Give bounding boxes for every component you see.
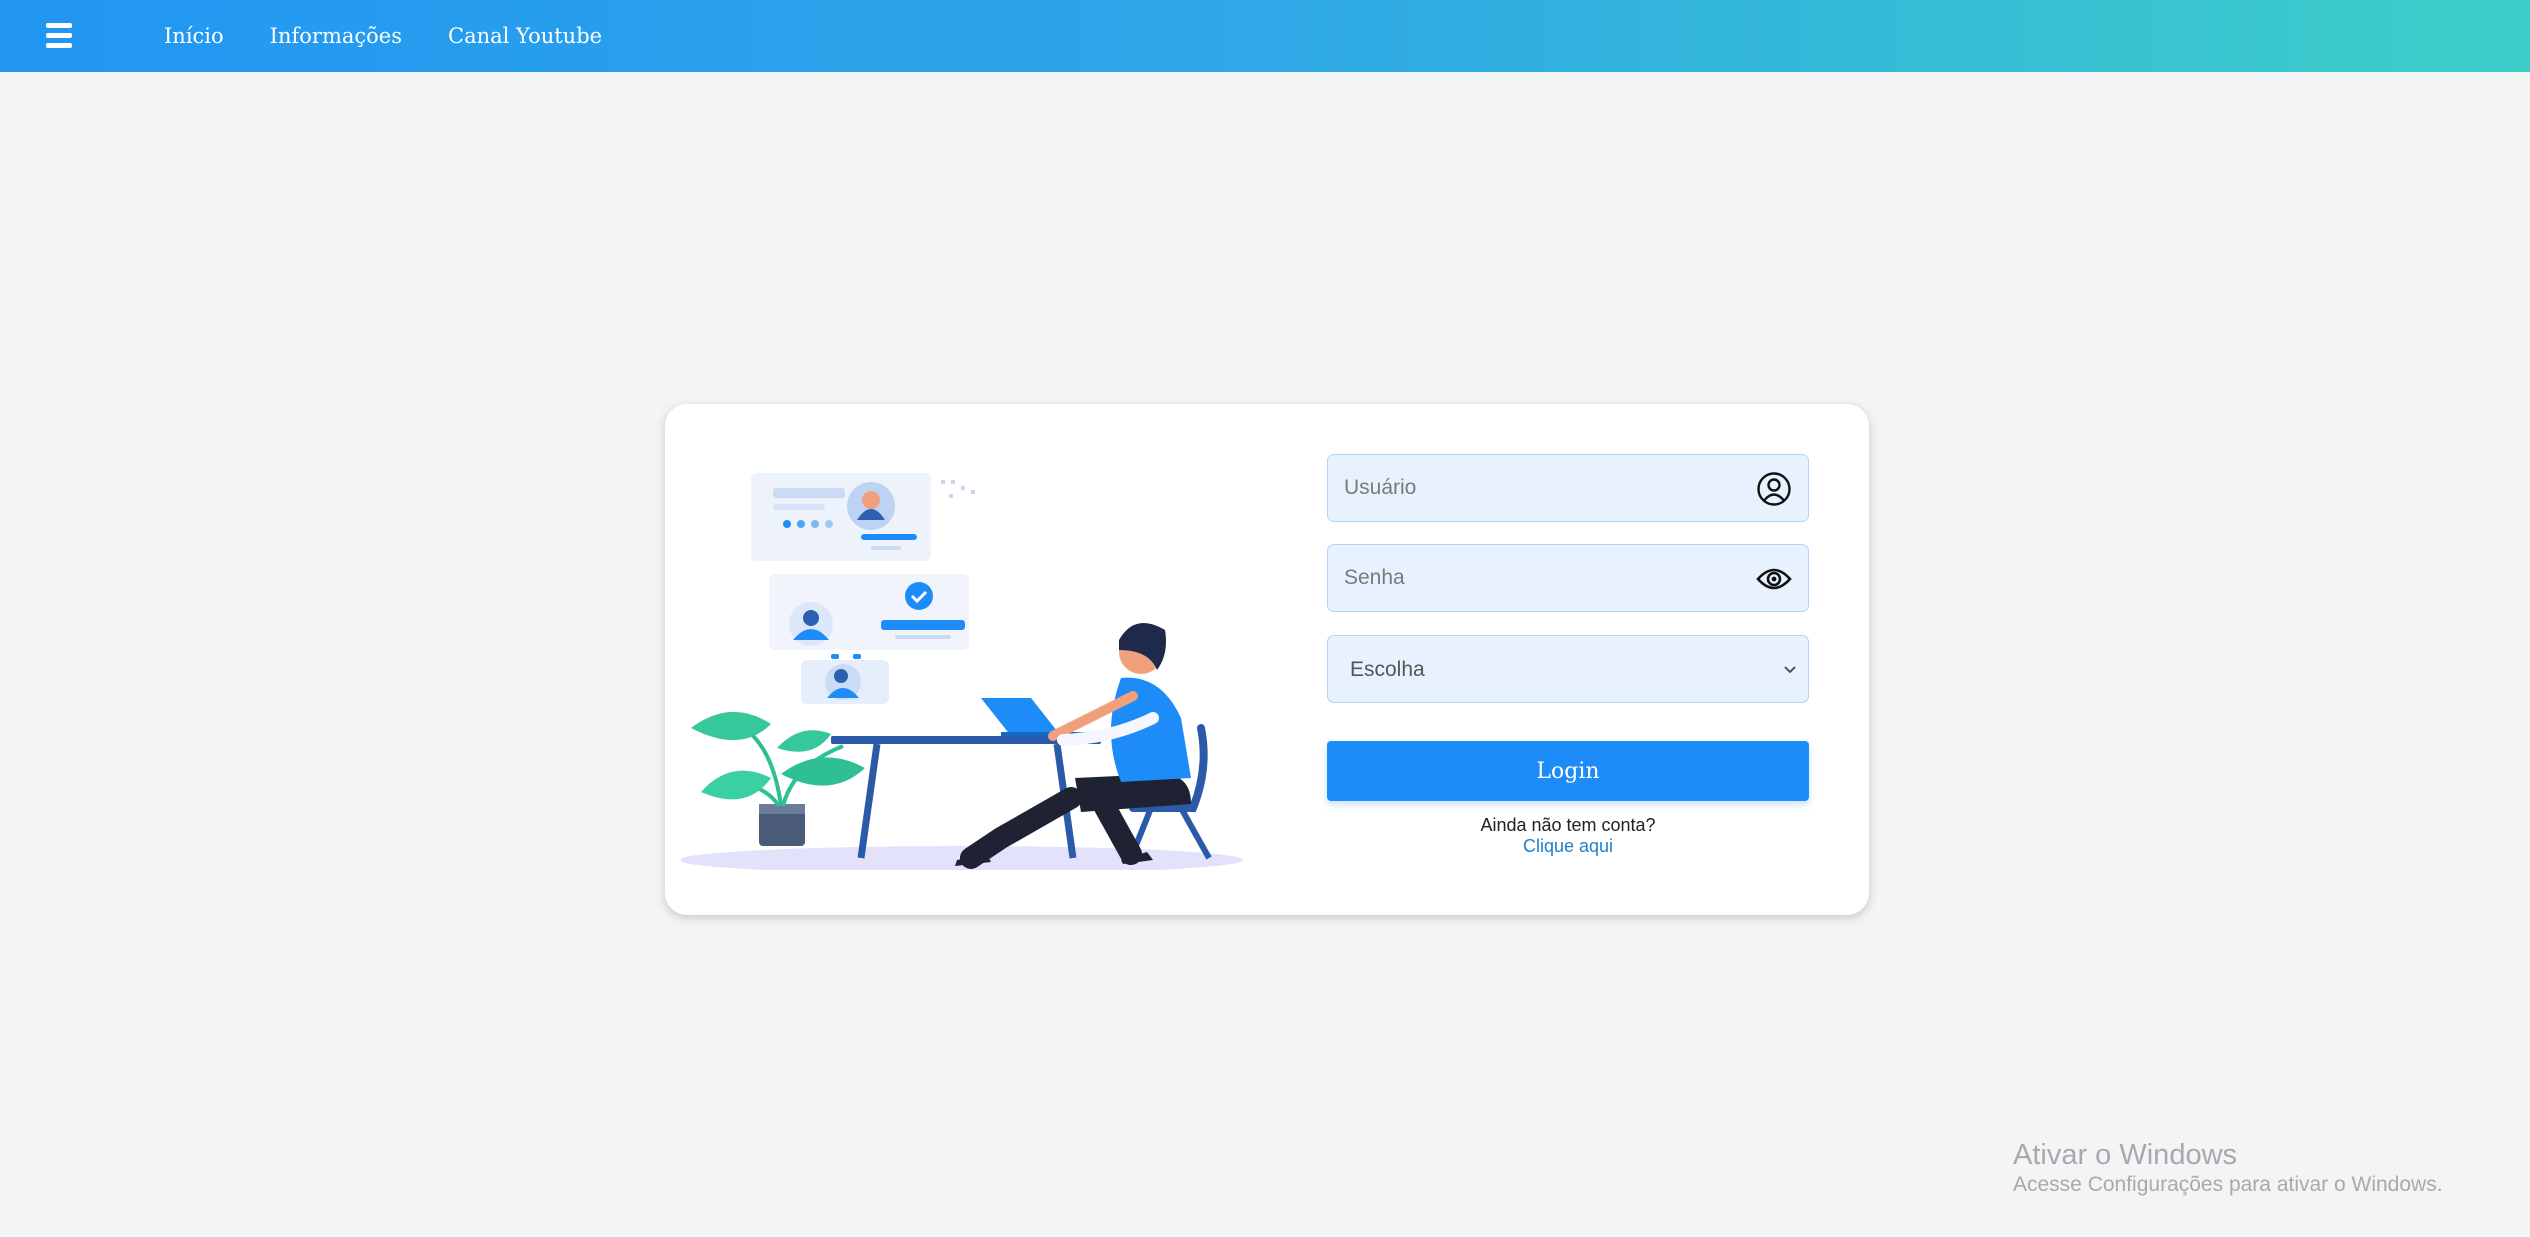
nav-links: Início Informações Canal Youtube xyxy=(164,0,602,72)
signup-question: Ainda não tem conta? xyxy=(1480,815,1656,835)
windows-activation-watermark: Ativar o Windows Acesse Configurações pa… xyxy=(2013,1138,2443,1198)
eye-icon[interactable] xyxy=(1756,561,1792,597)
user-circle-icon xyxy=(1757,472,1791,506)
top-navbar: Início Informações Canal Youtube xyxy=(0,0,2530,72)
chevron-down-icon xyxy=(1784,666,1796,674)
watermark-title: Ativar o Windows xyxy=(2013,1139,2238,1171)
person-working-at-laptop-illustration xyxy=(681,473,1243,870)
nav-link-canal-youtube[interactable]: Canal Youtube xyxy=(448,24,602,48)
password-input[interactable] xyxy=(1328,545,1808,611)
password-field xyxy=(1327,544,1809,612)
login-card: Escolha Login Ainda não tem conta? Cliqu… xyxy=(665,404,1869,915)
watermark-subtitle: Acesse Configurações para ativar o Windo… xyxy=(2013,1173,2443,1196)
nav-link-informacoes[interactable]: Informações xyxy=(270,24,402,48)
choice-select[interactable]: Escolha xyxy=(1327,635,1809,703)
signup-link[interactable]: Clique aqui xyxy=(1523,836,1613,856)
username-input[interactable] xyxy=(1328,455,1808,521)
username-field xyxy=(1327,454,1809,522)
hamburger-menu-icon[interactable] xyxy=(46,23,72,49)
login-button[interactable]: Login xyxy=(1327,741,1809,801)
signup-prompt: Ainda não tem conta? Clique aqui xyxy=(1327,815,1809,857)
choice-select-value: Escolha xyxy=(1350,658,1425,681)
nav-link-inicio[interactable]: Início xyxy=(164,24,224,48)
